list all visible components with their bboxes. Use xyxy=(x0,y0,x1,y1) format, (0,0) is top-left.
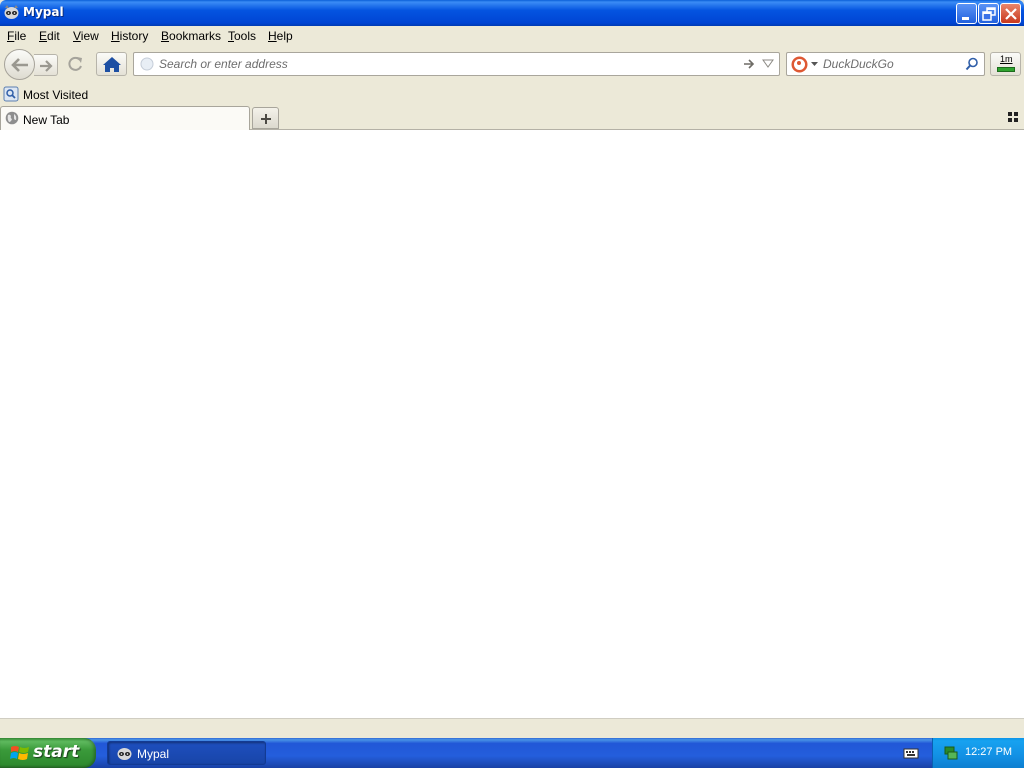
downloads-button[interactable]: 1m xyxy=(990,52,1021,76)
taskbar: start Mypal 12:27 PM xyxy=(0,738,1024,768)
address-bar[interactable] xyxy=(133,52,780,76)
bookmarks-toolbar: Most Visited xyxy=(0,84,1024,105)
globe-icon xyxy=(140,57,154,71)
reload-icon xyxy=(68,56,82,71)
tab-new-tab[interactable]: New Tab xyxy=(0,106,250,131)
forward-button[interactable] xyxy=(34,54,58,76)
reload-button[interactable] xyxy=(62,53,90,75)
menu-edit[interactable]: Edit xyxy=(39,29,60,43)
system-tray: 12:27 PM xyxy=(932,738,1024,768)
new-tab-button[interactable] xyxy=(252,107,279,129)
forward-arrow-icon xyxy=(40,60,53,72)
menu-help[interactable]: Help xyxy=(268,29,293,43)
taskbar-item-label: Mypal xyxy=(137,747,170,761)
menu-bar: File Edit View History Bookmarks Tools H… xyxy=(0,26,1024,46)
minimize-icon xyxy=(962,17,969,20)
close-button[interactable] xyxy=(1000,3,1021,24)
history-dropdown-icon[interactable] xyxy=(762,59,774,69)
menu-bookmarks[interactable]: Bookmarks xyxy=(161,29,221,43)
minimize-button[interactable] xyxy=(956,3,977,24)
plus-icon xyxy=(261,114,271,124)
go-arrow-icon[interactable] xyxy=(742,57,756,71)
menu-history[interactable]: History xyxy=(111,29,148,43)
search-icon[interactable] xyxy=(965,57,979,71)
grid-icon[interactable] xyxy=(1008,112,1018,122)
windows-flag-icon xyxy=(10,746,29,760)
engine-dropdown-icon[interactable] xyxy=(811,62,818,67)
menu-view[interactable]: View xyxy=(73,29,99,43)
navigation-toolbar: 1m xyxy=(0,46,1024,84)
duckduckgo-icon[interactable] xyxy=(791,56,808,73)
search-input[interactable] xyxy=(823,56,958,72)
mypal-raccoon-icon xyxy=(117,748,132,760)
home-button[interactable] xyxy=(96,52,127,76)
downloads-progress-bar xyxy=(997,67,1015,72)
title-bar[interactable]: Mypal xyxy=(0,0,1024,26)
address-input[interactable] xyxy=(159,56,739,72)
downloads-time-label: 1m xyxy=(1000,54,1013,64)
tab-strip: New Tab xyxy=(0,105,1024,131)
window-title: Mypal xyxy=(23,5,64,19)
mypal-raccoon-icon xyxy=(4,5,19,19)
menu-tools[interactable]: Tools xyxy=(228,29,256,43)
globe-icon xyxy=(5,111,19,125)
network-icon[interactable] xyxy=(943,745,959,761)
menu-file[interactable]: File xyxy=(7,29,26,43)
restore-button[interactable] xyxy=(978,3,999,24)
taskbar-item-mypal[interactable]: Mypal xyxy=(107,741,266,765)
search-bar[interactable] xyxy=(786,52,985,76)
keyboard-icon[interactable] xyxy=(903,746,919,760)
tab-label: New Tab xyxy=(23,113,70,127)
back-button[interactable] xyxy=(4,49,35,80)
restore-icon xyxy=(982,7,996,21)
home-icon xyxy=(103,57,121,72)
clock[interactable]: 12:27 PM xyxy=(965,746,1012,758)
start-label: start xyxy=(33,742,80,762)
page-content[interactable] xyxy=(0,130,1024,718)
back-arrow-icon xyxy=(11,58,28,72)
status-bar xyxy=(0,718,1024,738)
close-icon xyxy=(1005,8,1017,20)
bookmark-label: Most Visited xyxy=(23,88,89,102)
start-button[interactable]: start xyxy=(0,738,96,768)
most-visited-folder-icon xyxy=(3,86,19,102)
